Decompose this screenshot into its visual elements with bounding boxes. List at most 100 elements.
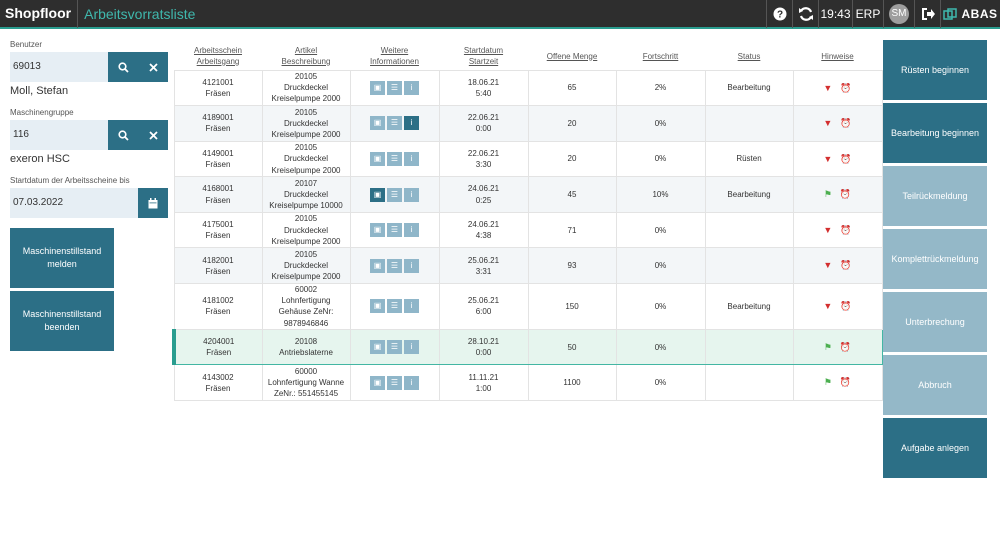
list-icon[interactable]: ☰: [387, 258, 402, 273]
image-icon[interactable]: ▣: [370, 116, 385, 131]
list-icon[interactable]: ☰: [387, 340, 402, 355]
help-button[interactable]: ?: [766, 0, 792, 28]
info-icon[interactable]: i: [404, 340, 419, 355]
report-machine-downtime-button[interactable]: Maschinenstillstand melden: [10, 228, 114, 288]
image-icon[interactable]: ▣: [370, 187, 385, 202]
operation-name: Fräsen: [205, 195, 231, 205]
table-row[interactable]: 4143002 Fräsen 60000 Lohnfertigung Wanne ZeN…: [173, 364, 883, 401]
image-icon[interactable]: ▣: [370, 223, 385, 238]
abas-logo-icon: [943, 7, 958, 20]
warning-icon[interactable]: ▼: [823, 82, 832, 95]
machine-group-search-button[interactable]: [108, 120, 138, 150]
alarm-icon[interactable]: ⏰: [840, 300, 851, 313]
list-icon[interactable]: ☰: [387, 375, 402, 390]
warning-icon[interactable]: ▼: [823, 117, 832, 130]
notes-cell: ⚑ ⏰: [792, 176, 883, 213]
info-icon[interactable]: i: [404, 80, 419, 95]
refresh-button[interactable]: [792, 0, 818, 28]
flag-icon[interactable]: ⚑: [824, 188, 832, 201]
alarm-icon[interactable]: ⏰: [840, 82, 851, 95]
list-icon[interactable]: ☰: [387, 116, 402, 131]
list-icon[interactable]: ☰: [387, 151, 402, 166]
interruption-button[interactable]: Unterbrechung: [883, 292, 987, 352]
start-setup-button[interactable]: Rüsten beginnen: [883, 40, 987, 100]
machine-group-input[interactable]: 116: [10, 120, 108, 150]
alarm-icon[interactable]: ⏰: [840, 259, 851, 272]
table-row[interactable]: 4168001 Fräsen 20107 Druckdeckel Kreiselpump…: [173, 176, 883, 213]
warning-icon[interactable]: ▼: [823, 300, 832, 313]
start-time: 5:40: [475, 88, 492, 98]
info-icon[interactable]: i: [404, 151, 419, 166]
user-clear-button[interactable]: [138, 52, 168, 82]
clock-display: 19:43: [818, 0, 852, 28]
logout-button[interactable]: [914, 0, 940, 28]
machine-group-row: 116: [10, 120, 170, 150]
abort-button[interactable]: Abbruch: [883, 355, 987, 415]
alarm-icon[interactable]: ⏰: [840, 117, 851, 130]
end-machine-downtime-button[interactable]: Maschinenstillstand beenden: [10, 291, 114, 351]
alarm-icon[interactable]: ⏰: [840, 341, 851, 354]
info-icon[interactable]: i: [404, 258, 419, 273]
operation-name: Fräsen: [206, 348, 232, 358]
col-header-article[interactable]: Artikel Beschreibung: [262, 44, 350, 70]
start-cell: 25.06.21 6:00: [438, 283, 529, 330]
alarm-icon[interactable]: ⏰: [840, 153, 851, 166]
warning-icon[interactable]: ▼: [823, 153, 832, 166]
start-processing-button[interactable]: Bearbeitung beginnen: [883, 103, 987, 163]
col-header-start[interactable]: Startdatum Startzeit: [439, 44, 528, 70]
image-icon[interactable]: ▣: [370, 299, 385, 314]
list-icon[interactable]: ☰: [387, 299, 402, 314]
start-date: 18.06.21: [467, 77, 500, 87]
image-icon[interactable]: ▣: [370, 258, 385, 273]
article-description: Kreiselpumpe 2000: [271, 94, 341, 104]
notes-cell: ▼ ⏰: [792, 105, 883, 142]
table-row[interactable]: 4182001 Fräsen 20105 Druckdeckel Kreiselpump…: [173, 247, 883, 285]
info-icon[interactable]: i: [404, 187, 419, 202]
warning-icon[interactable]: ▼: [823, 224, 832, 237]
article-number: 20105: [294, 72, 318, 82]
machine-group-name: exeron HSC: [10, 153, 70, 165]
create-task-button[interactable]: Aufgabe anlegen: [883, 418, 987, 478]
info-icon[interactable]: i: [404, 299, 419, 314]
alarm-icon[interactable]: ⏰: [840, 224, 851, 237]
table-row[interactable]: 4204001 Fräsen 20108 Antriebslaterne ▣ ☰ i 28.1…: [172, 328, 883, 366]
list-icon[interactable]: ☰: [387, 80, 402, 95]
col-header-progress[interactable]: Fortschritt: [616, 44, 705, 70]
start-date: 11.11.21: [468, 372, 499, 382]
col-header-open-qty[interactable]: Offene Menge: [528, 44, 616, 70]
col-header-more-info[interactable]: Weitere Informationen: [350, 44, 439, 70]
col-header-notes[interactable]: Hinweise: [793, 44, 882, 70]
user-avatar-cell[interactable]: SM: [883, 0, 914, 28]
list-icon[interactable]: ☰: [387, 223, 402, 238]
complete-report-button[interactable]: Komplettrückmeldung: [883, 229, 987, 289]
calendar-button[interactable]: [138, 188, 168, 218]
partial-report-button[interactable]: Teilrückmeldung: [883, 166, 987, 226]
flag-icon[interactable]: ⚑: [824, 376, 832, 389]
image-icon[interactable]: ▣: [370, 375, 385, 390]
table-row[interactable]: 4181002 Fräsen 60002 Lohnfertigung Gehäuse Z…: [173, 283, 883, 330]
alarm-icon[interactable]: ⏰: [840, 188, 851, 201]
table-row[interactable]: 4121001 Fräsen 20105 Druckdeckel Kreiselpump…: [173, 69, 883, 107]
image-icon[interactable]: ▣: [370, 80, 385, 95]
info-icon[interactable]: i: [404, 375, 419, 390]
user-input[interactable]: 69013: [10, 52, 108, 82]
image-icon[interactable]: ▣: [370, 340, 385, 355]
alarm-icon[interactable]: ⏰: [840, 376, 851, 389]
col-header-worksheet[interactable]: Arbeitsschein Arbeitsgang: [174, 44, 262, 70]
image-icon[interactable]: ▣: [370, 151, 385, 166]
table-row[interactable]: 4189001 Fräsen 20105 Druckdeckel Kreiselpump…: [173, 105, 883, 142]
open-qty-cell: 1100: [527, 364, 617, 401]
table-row[interactable]: 4149001 Fräsen 20105 Druckdeckel Kreiselpump…: [173, 140, 883, 178]
warning-icon[interactable]: ▼: [823, 259, 832, 272]
info-icon[interactable]: i: [404, 116, 419, 131]
date-input[interactable]: 07.03.2022: [10, 188, 138, 218]
machine-group-clear-button[interactable]: [138, 120, 168, 150]
info-icon[interactable]: i: [404, 223, 419, 238]
table-row[interactable]: 4175001 Fräsen 20105 Druckdeckel Kreiselpump…: [173, 211, 883, 249]
erp-label[interactable]: ERP: [852, 0, 883, 28]
flag-icon[interactable]: ⚑: [824, 341, 832, 354]
start-cell: 22.06.21 3:30: [438, 140, 529, 178]
user-search-button[interactable]: [108, 52, 138, 82]
list-icon[interactable]: ☰: [387, 187, 402, 202]
col-header-status[interactable]: Status: [705, 44, 793, 70]
